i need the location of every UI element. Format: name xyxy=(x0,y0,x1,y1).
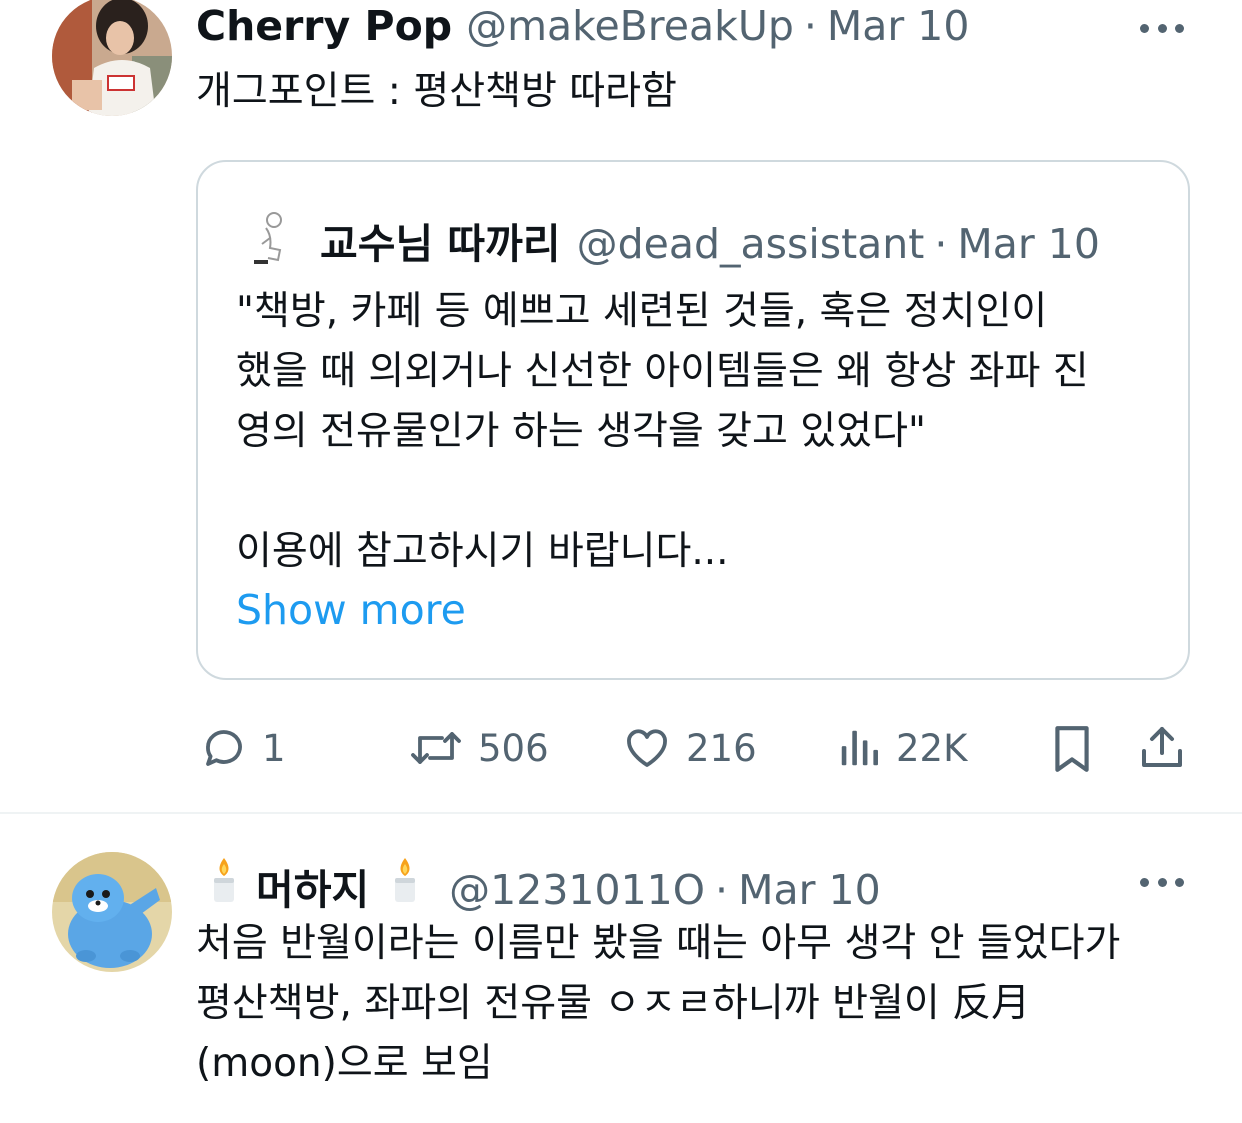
views-button[interactable]: 22K xyxy=(836,724,967,772)
quoted-header: 교수님 따까리 @dead_assistant · Mar 10 xyxy=(320,210,1100,270)
more-icon[interactable] xyxy=(1140,18,1184,38)
tweet-cherry-pop[interactable]: Cherry Pop @makeBreakUp · Mar 10 개그포인트 :… xyxy=(0,0,1242,812)
separator-dot: · xyxy=(715,866,729,914)
view-count: 22K xyxy=(896,726,968,770)
quoted-tweet-card[interactable]: 교수님 따까리 @dead_assistant · Mar 10 "책방, 카페… xyxy=(196,160,1190,680)
share-icon xyxy=(1142,727,1182,767)
quoted-text: "책방, 카페 등 예쁘고 세련된 것들, 혹은 정치인이 했을 때 의외거나 … xyxy=(236,282,1089,582)
like-count: 216 xyxy=(686,726,757,770)
blue-cartoon-avatar[interactable] xyxy=(52,852,172,972)
quoted-handle[interactable]: @dead_assistant xyxy=(577,220,925,268)
quoted-line: 영의 전유물인가 하는 생각을 갖고 있었다" xyxy=(236,409,926,454)
reply-button[interactable]: 1 xyxy=(200,724,286,772)
quoted-line: "책방, 카페 등 예쁘고 세련된 것들, 혹은 정치인이 xyxy=(236,289,1048,334)
views-icon xyxy=(841,730,878,766)
tweet-line: (moon)으로 보임 xyxy=(196,1041,493,1086)
user-handle[interactable]: @makeBreakUp xyxy=(466,2,794,50)
tweet-line: 처음 반월이라는 이름만 봤을 때는 아무 생각 안 들었다가 xyxy=(196,921,1121,966)
bookmark-icon xyxy=(1055,726,1089,772)
retweet-count: 506 xyxy=(478,726,549,770)
action-bar: 1 506 216 22K xyxy=(0,718,1242,778)
more-icon[interactable] xyxy=(1140,872,1184,892)
bookmark-button[interactable] xyxy=(1050,724,1094,774)
quoted-line: 이용에 참고하시기 바랍니다... xyxy=(236,529,729,574)
retweet-button[interactable]: 506 xyxy=(408,724,549,772)
tweet-date[interactable]: Mar 10 xyxy=(738,866,881,914)
reply-icon xyxy=(206,730,242,766)
quoted-line: 했을 때 의외거나 신선한 아이템들은 왜 항상 좌파 진 xyxy=(236,349,1089,394)
tweet-header: Cherry Pop @makeBreakUp · Mar 10 xyxy=(196,2,969,50)
candle-emoji-icon xyxy=(387,856,423,902)
candle-emoji-icon xyxy=(206,856,242,902)
tweet-mohaji[interactable]: 머하지 @1231011O · Mar 10 처음 반월이라는 이름만 봤을 때… xyxy=(0,814,1242,1123)
tweet-date[interactable]: Mar 10 xyxy=(827,2,970,50)
retweet-icon xyxy=(411,732,461,764)
separator-dot: · xyxy=(803,2,817,50)
user-handle[interactable]: @1231011O xyxy=(449,866,705,914)
quoted-avatar[interactable] xyxy=(236,208,300,272)
share-button[interactable] xyxy=(1138,722,1186,772)
reply-count: 1 xyxy=(262,726,286,770)
tweet-line: 평산책방, 좌파의 전유물 ㅇㅈㄹ하니까 반월이 反月 xyxy=(196,981,1031,1026)
display-name[interactable]: 머하지 xyxy=(256,856,369,916)
show-more-link[interactable]: Show more xyxy=(236,586,466,634)
tweet-text: 개그포인트 : 평산책방 따라함 xyxy=(196,69,677,114)
profile-photo-avatar[interactable] xyxy=(52,0,172,116)
separator-dot: · xyxy=(934,220,948,268)
tweet-text: 처음 반월이라는 이름만 봤을 때는 아무 생각 안 들었다가 평산책방, 좌파… xyxy=(196,914,1120,1094)
tweet-header: 머하지 @1231011O · Mar 10 xyxy=(206,856,881,916)
quoted-date[interactable]: Mar 10 xyxy=(957,220,1100,268)
like-button[interactable]: 216 xyxy=(622,724,757,772)
quoted-display-name[interactable]: 교수님 따까리 xyxy=(320,210,561,270)
display-name[interactable]: Cherry Pop xyxy=(196,2,452,50)
heart-icon xyxy=(627,729,667,767)
